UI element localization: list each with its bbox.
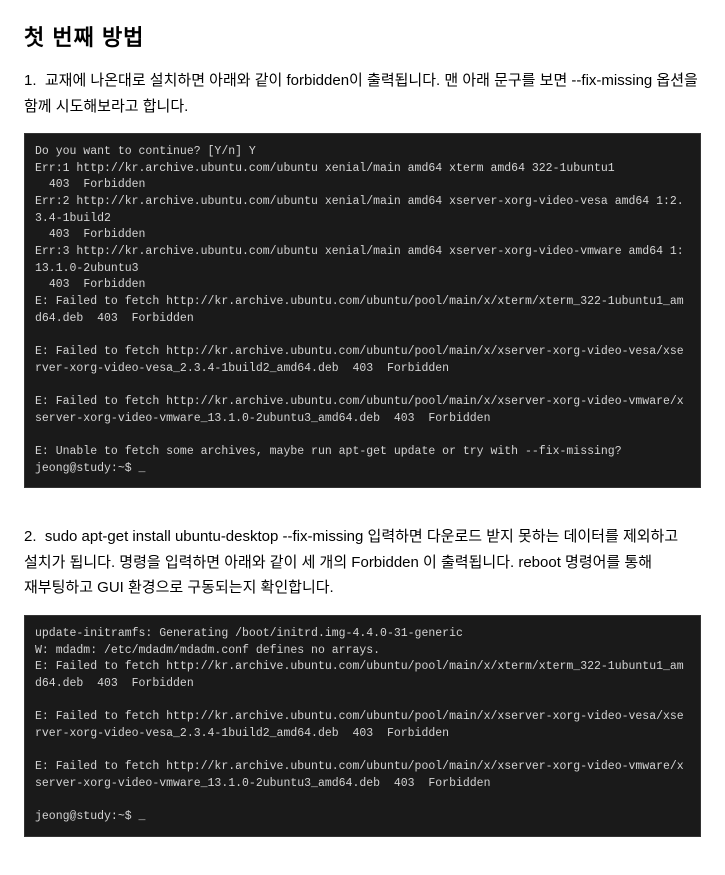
step2-container: 2. sudo apt-get install ubuntu-desktop -… [24,524,701,601]
terminal-block-2: update-initramfs: Generating /boot/initr… [24,615,701,837]
step1-text: 1. 교재에 나온대로 설치하면 아래와 같이 forbidden이 출력됩니다… [24,68,701,119]
terminal-block-1: Do you want to continue? [Y/n] Y Err:1 h… [24,133,701,488]
page-title: 첫 번째 방법 [24,20,701,52]
step2-description: sudo apt-get install ubuntu-desktop --fi… [24,528,678,596]
step1-description: 교재에 나온대로 설치하면 아래와 같이 forbidden이 출력됩니다. 맨… [24,72,698,115]
divider [24,506,701,524]
step1-number: 1. [24,72,37,89]
step2-number: 2. [24,528,37,545]
step1-container: 1. 교재에 나온대로 설치하면 아래와 같이 forbidden이 출력됩니다… [24,68,701,119]
step2-text: 2. sudo apt-get install ubuntu-desktop -… [24,524,701,601]
